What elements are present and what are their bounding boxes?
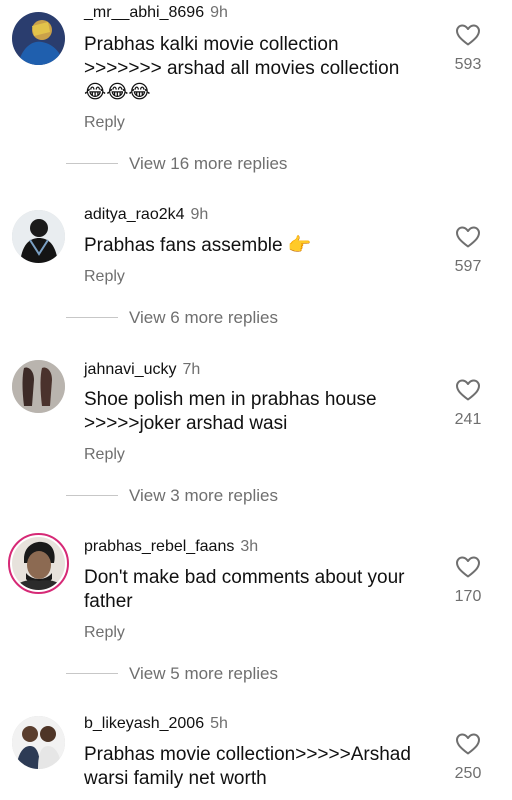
timestamp: 3h <box>240 538 259 555</box>
like-control: 241 <box>450 378 486 430</box>
comment-text-line: Prabhas fans assemble 👉 <box>84 235 312 256</box>
view-more-label: View 6 more replies <box>129 308 278 327</box>
view-more-replies[interactable]: View 5 more replies <box>0 663 512 685</box>
comment-text: Shoe polish men in prabhas house >>>>>jo… <box>84 388 444 436</box>
heart-outline-icon[interactable] <box>455 225 481 249</box>
comment-meta: aditya_rao2k4 9h <box>84 205 208 225</box>
comment-text-line: >>>>>>> arshad all movies collection <box>84 58 400 79</box>
comment-text-line: father <box>84 591 133 612</box>
comment-item: aditya_rao2k4 9h Prabhas fans assemble 👉 … <box>0 205 512 345</box>
like-control: 597 <box>450 225 486 277</box>
view-more-replies[interactable]: View 6 more replies <box>0 307 512 329</box>
comment-text: Prabhas kalki movie collection >>>>>>> a… <box>84 33 444 105</box>
avatar[interactable] <box>12 360 65 413</box>
view-more-replies[interactable]: View 3 more replies <box>0 485 512 507</box>
timestamp: 9h <box>190 206 209 223</box>
reply-button[interactable]: Reply <box>84 267 125 287</box>
like-count: 597 <box>454 258 482 275</box>
comment-item: _mr__abhi_8696 9h Prabhas kalki movie col… <box>0 3 512 183</box>
timestamp: 7h <box>182 361 201 378</box>
comment-text-line: warsi family net worth <box>84 768 267 789</box>
user-avatar-icon <box>12 12 65 65</box>
view-more-label: View 5 more replies <box>129 664 278 683</box>
timestamp: 9h <box>210 4 228 21</box>
like-count: 241 <box>454 411 482 428</box>
user-avatar-icon <box>12 716 65 769</box>
reply-button[interactable]: Reply <box>84 623 125 643</box>
avatar[interactable] <box>12 12 65 65</box>
divider <box>66 495 118 496</box>
avatar[interactable] <box>8 533 69 594</box>
view-more-label: View 16 more replies <box>129 154 288 173</box>
comment-text-line: Prabhas kalki movie collection <box>84 34 339 55</box>
comment-item: jahnavi_ucky 7h Shoe polish men in prabha… <box>0 360 512 510</box>
comment-meta: _mr__abhi_8696 9h <box>84 3 228 23</box>
comment-text-line: Prabhas movie collection>>>>>Arshad <box>84 744 411 765</box>
username[interactable]: b_likeyash_2006 <box>84 715 204 732</box>
username[interactable]: _mr__abhi_8696 <box>84 4 204 21</box>
divider <box>66 317 118 318</box>
user-avatar-icon <box>12 210 65 263</box>
comment-text: Prabhas fans assemble 👉 <box>84 234 444 258</box>
heart-outline-icon[interactable] <box>455 23 481 47</box>
comment-text: Don't make bad comments about your fathe… <box>84 566 444 614</box>
like-control: 170 <box>450 555 486 607</box>
reply-button[interactable]: Reply <box>84 113 125 133</box>
comment-meta: b_likeyash_2006 5h <box>84 714 228 734</box>
divider <box>66 163 118 164</box>
username[interactable]: prabhas_rebel_faans <box>84 538 234 555</box>
comment-item: prabhas_rebel_faans 3h Don't make bad com… <box>0 533 512 687</box>
user-avatar-icon <box>12 360 65 413</box>
comment-meta: prabhas_rebel_faans 3h <box>84 537 258 557</box>
like-count: 170 <box>454 588 482 605</box>
heart-outline-icon[interactable] <box>455 555 481 579</box>
view-more-replies[interactable]: View 16 more replies <box>0 153 512 175</box>
comment-text: Prabhas movie collection>>>>>Arshad wars… <box>84 743 444 791</box>
avatar[interactable] <box>12 716 65 769</box>
comment-text-line: Shoe polish men in prabhas house <box>84 389 377 410</box>
timestamp: 5h <box>210 715 228 732</box>
view-more-label: View 3 more replies <box>129 486 278 505</box>
reply-button[interactable]: Reply <box>84 445 125 465</box>
like-count: 593 <box>454 56 482 73</box>
username[interactable]: aditya_rao2k4 <box>84 206 185 223</box>
comment-text-line: Don't make bad comments about your <box>84 567 405 588</box>
user-avatar-icon <box>12 537 65 590</box>
emoji-line: 😂😂😂 <box>84 82 151 103</box>
heart-outline-icon[interactable] <box>455 378 481 402</box>
comment-meta: jahnavi_ucky 7h <box>84 360 200 380</box>
like-control: 593 <box>450 23 486 75</box>
like-control: 250 <box>450 732 486 784</box>
comment-text-line: >>>>>joker arshad wasi <box>84 413 288 434</box>
divider <box>66 673 118 674</box>
username[interactable]: jahnavi_ucky <box>84 361 177 378</box>
comment-item: b_likeyash_2006 5h Prabhas movie collecti… <box>0 714 512 800</box>
like-count: 250 <box>454 765 482 782</box>
heart-outline-icon[interactable] <box>455 732 481 756</box>
avatar[interactable] <box>12 210 65 263</box>
